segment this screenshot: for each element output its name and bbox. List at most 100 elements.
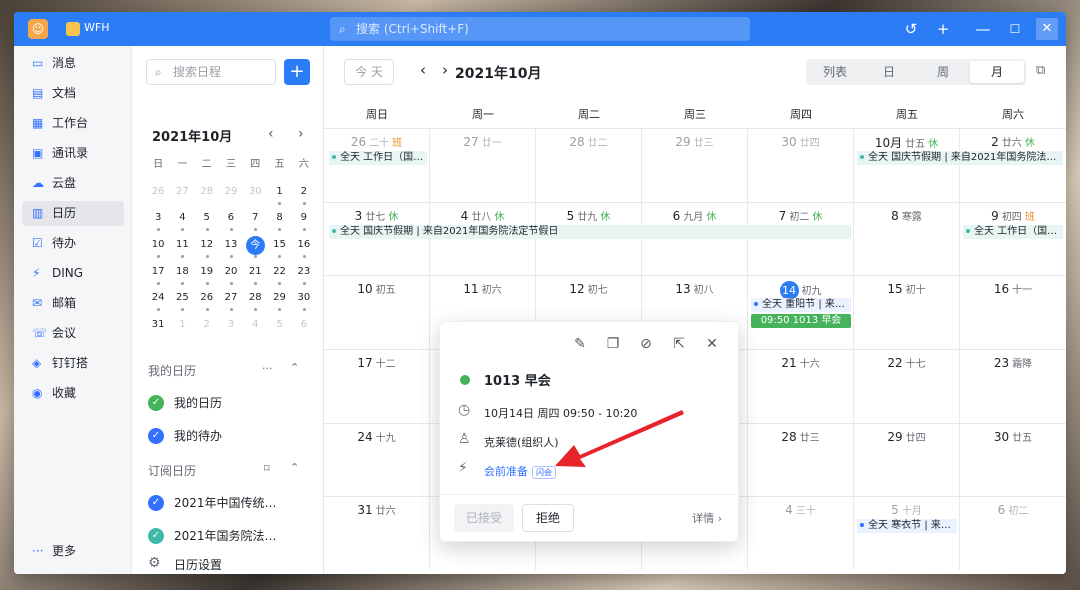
day-cell[interactable]: 21 十六 xyxy=(748,350,854,423)
mini-day[interactable]: 3 xyxy=(219,316,243,343)
mini-day[interactable]: 23 xyxy=(292,263,316,290)
mini-day[interactable]: 27 xyxy=(170,183,194,210)
mini-day[interactable]: 27 xyxy=(219,289,243,316)
view-month-tab[interactable]: 月 xyxy=(970,61,1024,83)
day-cell[interactable]: 6 九月休 xyxy=(642,202,748,276)
cancel-icon[interactable]: ⊘ xyxy=(636,334,656,354)
nav-item-more[interactable]: ··· 更多 xyxy=(22,539,124,564)
add-event-button[interactable]: + xyxy=(284,59,310,85)
collapse-icon[interactable]: ⌃ xyxy=(290,461,299,474)
day-cell[interactable]: 22 十七 xyxy=(854,350,960,423)
calendar-item-festivals[interactable]: ✓ 2021年中国传统… xyxy=(148,494,318,514)
mini-day[interactable]: 3 xyxy=(146,209,170,236)
day-cell[interactable]: 2 廿六休 xyxy=(960,129,1066,202)
day-cell[interactable]: 31 廿六 xyxy=(324,497,430,571)
day-cell[interactable]: 15 初十 xyxy=(854,276,960,350)
calendar-event[interactable]: 全天 工作日（国… xyxy=(329,151,427,165)
switch-view-icon[interactable]: ⧉ xyxy=(1036,63,1045,78)
close-icon[interactable]: ✕ xyxy=(702,334,722,354)
collapse-icon[interactable]: ⌃ xyxy=(290,361,299,374)
mini-day[interactable]: 26 xyxy=(146,183,170,210)
mini-day[interactable]: 17 xyxy=(146,263,170,290)
mini-day[interactable]: 6 xyxy=(219,209,243,236)
mini-day[interactable]: 6 xyxy=(292,316,316,343)
day-cell[interactable]: 10 初五 xyxy=(324,276,430,350)
day-cell[interactable]: 28 廿二 xyxy=(536,129,642,202)
prev-icon[interactable]: ‹ xyxy=(420,61,426,79)
mini-day[interactable]: 21 xyxy=(243,263,267,290)
mini-day[interactable]: 2 xyxy=(292,183,316,210)
global-search-input[interactable]: ⌕ 搜索 (Ctrl+Shift+F) xyxy=(330,17,750,41)
mini-day[interactable]: 9 xyxy=(292,209,316,236)
nav-item-contacts[interactable]: ▣ 通讯录 xyxy=(22,141,124,166)
mini-day[interactable]: 18 xyxy=(170,263,194,290)
day-cell[interactable]: 6 初二 xyxy=(960,497,1066,570)
edit-icon[interactable]: ✎ xyxy=(570,334,590,354)
day-cell[interactable]: 4 三十 xyxy=(748,497,854,571)
mini-day[interactable]: 31 xyxy=(146,316,170,343)
bookmark-icon[interactable]: ⌑ xyxy=(264,462,270,475)
mini-day[interactable]: 22 xyxy=(267,263,291,290)
nav-item-todo[interactable]: ☑ 待办 xyxy=(22,231,124,256)
close-button[interactable]: ✕ xyxy=(1036,18,1058,40)
mini-day[interactable]: 8 xyxy=(267,209,291,236)
mini-day[interactable]: 1 xyxy=(170,316,194,343)
mini-day[interactable]: 26 xyxy=(195,289,219,316)
calendar-event[interactable]: 全天 国庆节假期 | 来自2021年国务院法定节假日 xyxy=(329,224,851,239)
day-cell[interactable]: 16 十一 xyxy=(960,276,1066,349)
day-cell[interactable]: 3 廿七休 xyxy=(324,202,430,276)
calendar-settings-button[interactable]: ⚙ 日历设置 xyxy=(148,555,222,573)
check-icon[interactable]: ✓ xyxy=(148,495,164,511)
mini-day[interactable]: 13 xyxy=(219,236,243,263)
next-month-icon[interactable]: › xyxy=(298,126,304,142)
nav-item-docs[interactable]: ▤ 文档 xyxy=(22,81,124,106)
day-cell[interactable]: 28 廿三 xyxy=(748,423,854,497)
history-icon[interactable]: ↺ xyxy=(900,18,922,40)
day-cell[interactable]: 4 廿八休 xyxy=(430,202,536,276)
mini-day[interactable]: 10 xyxy=(146,236,170,263)
mini-day[interactable]: 19 xyxy=(195,263,219,290)
copy-icon[interactable]: ❐ xyxy=(603,334,623,354)
day-cell[interactable]: 24 十九 xyxy=(324,423,430,497)
calendar-event[interactable]: 09:50 1013 早会 xyxy=(751,314,851,329)
prep-row[interactable]: 会前准备 闪会 xyxy=(484,463,556,479)
mini-day[interactable]: 4 xyxy=(170,209,194,236)
prev-month-icon[interactable]: ‹ xyxy=(268,126,274,142)
calendar-event[interactable]: 全天 寒衣节 | 来… xyxy=(857,519,957,534)
day-cell[interactable]: 29 廿三 xyxy=(642,129,748,202)
calendar-event[interactable]: 全天 重阳节 | 来… xyxy=(751,298,851,313)
more-icon[interactable]: ··· xyxy=(262,362,273,375)
nav-item-ding[interactable]: ⚡ DING xyxy=(22,261,124,286)
mini-day[interactable]: 今 xyxy=(243,236,267,263)
mini-day[interactable]: 2 xyxy=(195,316,219,343)
mini-day[interactable]: 29 xyxy=(219,183,243,210)
nav-item-builder[interactable]: ◈ 钉钉搭 xyxy=(22,351,124,376)
prep-link[interactable]: 会前准备 xyxy=(484,465,528,478)
nav-item-cloud[interactable]: ☁ 云盘 xyxy=(22,171,124,196)
mini-day[interactable]: 30 xyxy=(243,183,267,210)
mini-day[interactable]: 29 xyxy=(267,289,291,316)
day-cell[interactable]: 9 初四班 xyxy=(960,203,1066,276)
day-cell[interactable]: 29 廿四 xyxy=(854,423,960,497)
day-cell[interactable]: 26 二十班 xyxy=(324,129,430,202)
day-cell[interactable]: 5 十月 xyxy=(854,497,960,571)
day-cell[interactable]: 14 初九 xyxy=(748,276,854,350)
nav-item-calendar[interactable]: ▥ 日历 xyxy=(22,201,124,226)
day-cell[interactable]: 10月 廿五休 xyxy=(854,129,960,202)
maximize-button[interactable]: ☐ xyxy=(1004,18,1026,40)
calendar-event[interactable]: 全天 工作日（国… xyxy=(963,224,1063,239)
check-icon[interactable]: ✓ xyxy=(148,528,164,544)
mini-day[interactable]: 30 xyxy=(292,289,316,316)
next-icon[interactable]: › xyxy=(442,61,448,79)
check-icon[interactable]: ✓ xyxy=(148,428,164,444)
app-logo-icon[interactable]: ☺ xyxy=(28,19,48,39)
day-cell[interactable]: 30 廿五 xyxy=(960,424,1066,497)
mini-day[interactable]: 4 xyxy=(243,316,267,343)
day-cell[interactable]: 23 霜降 xyxy=(960,350,1066,423)
day-cell[interactable]: 17 十二 xyxy=(324,350,430,423)
accepted-button[interactable]: 已接受 xyxy=(454,504,514,532)
today-button[interactable]: 今 天 xyxy=(344,59,394,85)
view-week-tab[interactable]: 周 xyxy=(916,61,970,83)
mini-day[interactable]: 20 xyxy=(219,263,243,290)
mini-day[interactable]: 11 xyxy=(170,236,194,263)
